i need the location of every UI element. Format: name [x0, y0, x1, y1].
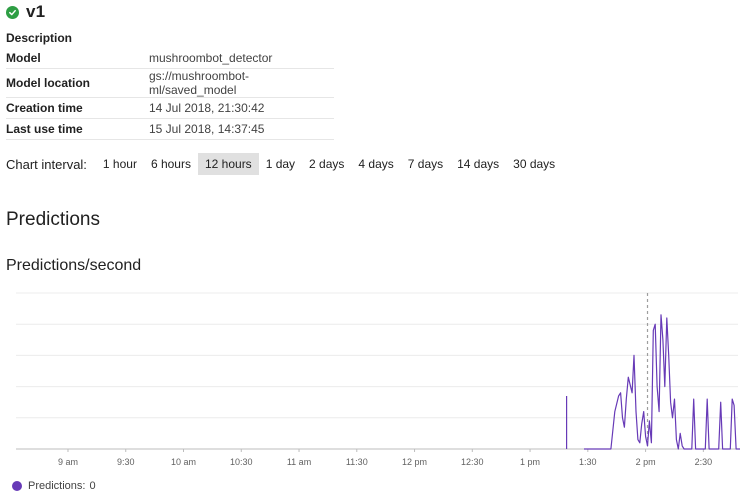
check-circle-icon — [6, 5, 19, 19]
interval-option[interactable]: 1 hour — [96, 153, 144, 175]
chart-interval-label: Chart interval: — [6, 156, 87, 172]
chart-title: Predictions/second — [6, 257, 142, 274]
x-tick-label: 1:30 — [579, 457, 597, 467]
legend-label: Predictions: — [28, 480, 86, 492]
details-row-model: Model mushroombot_detector — [6, 48, 334, 69]
predictions-section-title: Predictions — [6, 209, 100, 230]
x-tick-label: 9:30 — [117, 457, 135, 467]
x-tick-label: 2 pm — [636, 457, 656, 467]
legend-value: 0 — [89, 480, 96, 492]
interval-option[interactable]: 6 hours — [144, 153, 198, 175]
predictions-chart[interactable]: 9 am 9:30 10 am 10:30 11 am 11:30 12 pm 12:30 1 … — [0, 283, 740, 473]
details-value: 14 Jul 2018, 21:30:42 — [149, 97, 334, 119]
details-row-description: Description — [6, 28, 334, 48]
details-value: 15 Jul 2018, 14:37:45 — [149, 118, 334, 140]
x-tick-label: 11 am — [287, 457, 311, 467]
x-tick-label: 12 pm — [402, 457, 427, 467]
interval-option[interactable]: 2 days — [302, 153, 351, 175]
details-value — [149, 28, 334, 48]
interval-option[interactable]: 14 days — [450, 153, 506, 175]
details-value: gs://mushroombot-ml/saved_model — [149, 68, 334, 98]
x-tick-label: 2:30 — [695, 457, 713, 467]
details-key: Last use time — [6, 118, 149, 140]
interval-option[interactable]: 7 days — [401, 153, 450, 175]
version-title: v1 — [26, 2, 46, 21]
x-tick-label: 10 am — [171, 457, 196, 467]
series-line-predictions — [584, 314, 740, 450]
x-tick-label: 9 am — [58, 457, 78, 467]
details-key: Model — [6, 48, 149, 69]
x-tick-label: 10:30 — [230, 457, 253, 467]
details-row-last-use-time: Last use time 15 Jul 2018, 14:37:45 — [6, 118, 334, 140]
details-value: mushroombot_detector — [149, 48, 334, 69]
model-version-header: v1 — [6, 1, 45, 23]
details-row-model-location: Model location gs://mushroombot-ml/saved… — [6, 68, 334, 98]
x-tick-label: 12:30 — [461, 457, 484, 467]
details-key: Model location — [6, 68, 149, 98]
interval-option[interactable]: 12 hours — [197, 153, 259, 175]
details-key: Creation time — [6, 97, 149, 119]
chart-interval-selector: Chart interval: 1 hour 6 hours 12 hours … — [6, 153, 562, 175]
x-tick-label: 11:30 — [346, 457, 368, 467]
x-tick-label: 1 pm — [520, 457, 540, 467]
legend-swatch — [12, 481, 22, 491]
details-key: Description — [6, 31, 73, 45]
chart-legend[interactable]: Predictions: 0 — [12, 480, 96, 492]
interval-option[interactable]: 30 days — [506, 153, 562, 175]
interval-option[interactable]: 1 day — [259, 153, 302, 175]
details-row-creation-time: Creation time 14 Jul 2018, 21:30:42 — [6, 97, 334, 119]
interval-option[interactable]: 4 days — [351, 153, 400, 175]
model-details-table: Description Model mushroombot_detector M… — [6, 28, 334, 140]
